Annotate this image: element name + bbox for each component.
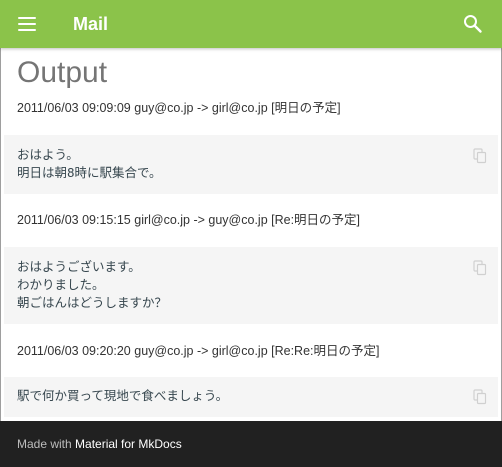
search-icon xyxy=(464,15,482,33)
menu-icon-bar xyxy=(18,29,36,31)
footer-made-with: Made with xyxy=(17,437,76,451)
message-body-block: おはようございます。 わかりました。 朝ごはんはどうしますか？ xyxy=(4,247,498,324)
message-body-block: 駅で何か買って現地で食べましょう。 xyxy=(4,377,498,417)
copy-button[interactable] xyxy=(473,389,487,405)
top-app-bar: Mail xyxy=(0,0,502,48)
footer: Made with Material for MkDocs xyxy=(0,421,502,467)
message-body-text: おはよう。 明日は朝8時に駅集合で。 xyxy=(17,147,162,180)
message-meta: 2011/06/03 09:09:09 guy@co.jp -> girl@co… xyxy=(17,101,341,115)
footer-credit: Made with Material for MkDocs xyxy=(17,436,182,452)
message-meta: 2011/06/03 09:20:20 guy@co.jp -> girl@co… xyxy=(17,344,380,358)
search-button[interactable] xyxy=(461,12,485,36)
message-body-block: おはよう。 明日は朝8時に駅集合で。 xyxy=(4,135,498,194)
menu-icon-bar xyxy=(18,17,36,19)
copy-icon xyxy=(473,260,487,276)
page-title: Output xyxy=(17,56,108,89)
copy-button[interactable] xyxy=(473,148,487,164)
menu-button[interactable] xyxy=(15,12,41,36)
copy-icon xyxy=(473,148,487,164)
message-body-text: 駅で何か買って現地で食べましょう。 xyxy=(17,388,229,403)
menu-icon-bar xyxy=(18,23,36,25)
message-body-text: おはようございます。 わかりました。 朝ごはんはどうしますか？ xyxy=(17,259,168,310)
message-meta: 2011/06/03 09:15:15 girl@co.jp -> guy@co… xyxy=(17,213,361,227)
copy-icon xyxy=(473,389,487,405)
main-content: Output 2011/06/03 09:09:09 guy@co.jp -> … xyxy=(0,48,502,421)
app-title: Mail xyxy=(73,14,109,34)
copy-button[interactable] xyxy=(473,260,487,276)
footer-link-material-for-mkdocs[interactable]: Material for MkDocs xyxy=(75,437,182,451)
